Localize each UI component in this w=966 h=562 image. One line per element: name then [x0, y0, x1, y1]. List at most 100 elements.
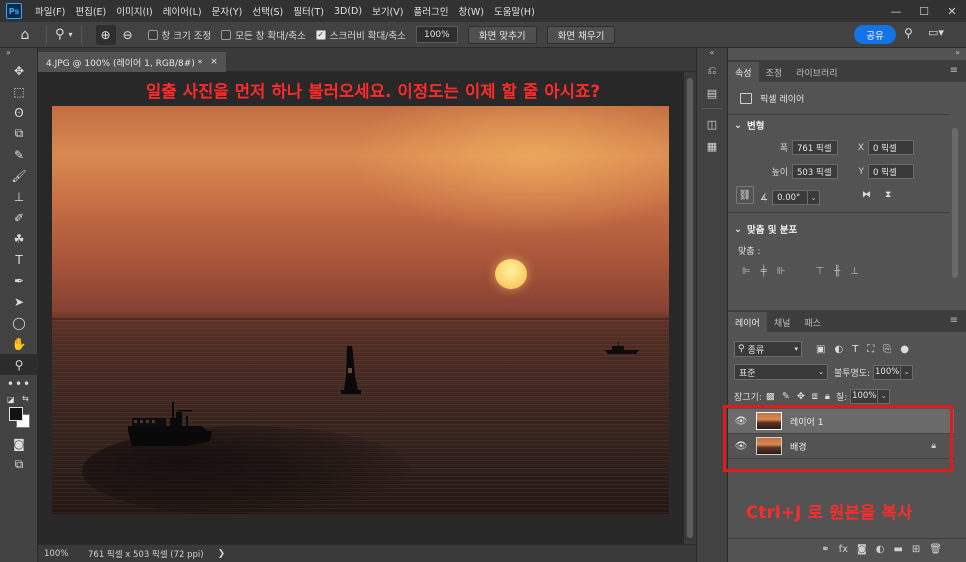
y-field[interactable]: 0 픽셀 [868, 164, 914, 179]
zoom-out-button[interactable]: ⊖ [118, 25, 138, 45]
pixel-filter-icon[interactable]: ▣ [816, 344, 825, 355]
object-select-tool-icon[interactable]: ⧉ [0, 123, 38, 144]
chevron-right-icon[interactable]: ❯ [218, 549, 226, 559]
sunrise-photo[interactable] [52, 106, 669, 514]
lasso-tool-icon[interactable]: ʘ [0, 102, 38, 123]
marquee-tool-icon[interactable]: ⬚ [0, 81, 38, 102]
stamp-tool-icon[interactable]: ⊥ [0, 186, 38, 207]
chevron-down-icon[interactable]: ⌄ [878, 388, 891, 404]
flip-vertical-icon[interactable]: ⧗ [885, 190, 891, 200]
minimize-button[interactable]: — [882, 0, 910, 22]
brush-tool-icon[interactable]: 🖌 [0, 165, 38, 186]
zoom-tool-icon[interactable]: ⚲ [0, 354, 38, 375]
menu-filter[interactable]: 필터(T) [288, 4, 329, 18]
fill-screen-button[interactable]: 화면 채우기 [546, 25, 616, 44]
flip-horizontal-icon[interactable]: ⧓ [862, 190, 871, 200]
chevron-down-icon[interactable]: ⌄ [808, 190, 821, 205]
home-icon[interactable]: ⌂ [12, 24, 38, 46]
lock-artboard-icon[interactable]: ⧈ [812, 391, 818, 402]
tab-channels[interactable]: 채널 [767, 312, 798, 332]
default-colors-icon[interactable]: ◪ [7, 395, 15, 404]
status-zoom[interactable]: 100% [38, 549, 74, 559]
maximize-button[interactable]: ☐ [910, 0, 938, 22]
close-icon[interactable]: × [210, 57, 218, 67]
type-filter-icon[interactable]: T [852, 344, 858, 355]
screen-mode-icon[interactable]: ⧉ [0, 454, 38, 475]
menu-3d[interactable]: 3D(D) [329, 6, 367, 17]
share-button[interactable]: 공유 [854, 25, 896, 44]
link-layers-icon[interactable]: ⚭ [821, 544, 829, 555]
menu-help[interactable]: 도움말(H) [489, 4, 540, 18]
align-center-h-icon[interactable]: ╪ [761, 266, 767, 277]
collapse-icon[interactable]: « [697, 48, 727, 60]
document-tab[interactable]: 4.JPG @ 100% (레이어 1, RGB/8#) * × [38, 52, 226, 72]
transform-section[interactable]: ⌄ 변형 [734, 118, 764, 133]
fill-field[interactable]: 100% [850, 388, 879, 404]
add-mask-icon[interactable]: ◙ [857, 544, 867, 555]
path-select-tool-icon[interactable]: ➤ [0, 291, 38, 312]
scrollbar-thumb[interactable] [952, 128, 958, 278]
ellipse-tool-icon[interactable]: ◯ [0, 312, 38, 333]
chevron-down-icon[interactable]: ⌄ [901, 364, 914, 380]
filter-toggle-icon[interactable]: ● [900, 344, 909, 355]
eyedropper-tool-icon[interactable]: ✎ [0, 144, 38, 165]
zoom-in-button[interactable]: ⊕ [95, 24, 116, 45]
kind-filter-select[interactable]: ⚲ 종류 ▾ [734, 341, 802, 357]
more-tools-icon[interactable]: ••• [0, 375, 38, 393]
menu-layer[interactable]: 레이어(L) [158, 4, 207, 18]
blend-mode-select[interactable]: 표준 ⌄ [734, 364, 828, 380]
fx-icon[interactable]: fx [839, 544, 848, 555]
move-tool-icon[interactable]: ✥ [0, 60, 38, 81]
align-left-icon[interactable]: ⊫ [742, 266, 751, 277]
scrubby-zoom-checkbox[interactable]: ✓ 스크러비 확대/축소 [315, 28, 406, 42]
workspace-icon[interactable]: ▭▾ [928, 26, 944, 39]
align-bottom-icon[interactable]: ⊥ [850, 266, 859, 277]
trash-icon[interactable]: 🗑︎ [929, 544, 942, 555]
pen-tool-icon[interactable]: ✒ [0, 270, 38, 291]
height-field[interactable]: 503 픽셀 [792, 164, 838, 179]
collapse-icon[interactable]: » [0, 48, 37, 60]
lock-position-icon[interactable]: ✥ [797, 391, 805, 402]
properties-scrollbar[interactable] [950, 126, 960, 278]
zoom-all-windows-checkbox[interactable]: 모든 창 확대/축소 [221, 28, 306, 42]
swap-colors-icon[interactable]: ⇆ [22, 394, 29, 403]
collapse-icon[interactable]: » [955, 48, 960, 57]
menu-image[interactable]: 이미지(I) [111, 4, 157, 18]
resize-window-checkbox[interactable]: 창 크기 조정 [147, 28, 211, 42]
lock-image-icon[interactable]: ✎ [782, 391, 790, 402]
foreground-color[interactable] [9, 407, 23, 421]
tab-libraries[interactable]: 라이브러리 [789, 62, 844, 82]
menu-window[interactable]: 창(W) [453, 4, 489, 18]
zoom-percent-field[interactable]: 100% [415, 26, 458, 43]
tab-adjustments[interactable]: 조정 [759, 62, 790, 82]
comments-icon[interactable]: ▤ [697, 82, 727, 104]
tab-paths[interactable]: 패스 [797, 312, 828, 332]
notes-icon[interactable]: ▦ [697, 135, 727, 157]
width-field[interactable]: 761 픽셀 [792, 140, 838, 155]
menu-view[interactable]: 보기(V) [367, 4, 408, 18]
link-icon[interactable]: ⛓ [736, 186, 754, 204]
menu-type[interactable]: 문자(Y) [207, 4, 248, 18]
vertical-scrollbar[interactable] [684, 72, 696, 544]
search-icon[interactable]: ⚲ [904, 26, 913, 40]
panel-menu-icon[interactable]: ≡ [950, 315, 958, 326]
angle-field[interactable]: 0.00° [772, 190, 809, 205]
bucket-tool-icon[interactable]: ☘ [0, 228, 38, 249]
shape-filter-icon[interactable]: ⛶ [867, 344, 874, 355]
type-tool-icon[interactable]: T [0, 249, 38, 270]
align-right-icon[interactable]: ⊪ [777, 266, 786, 277]
lock-all-icon[interactable]: 🔒︎ [825, 391, 830, 402]
align-center-v-icon[interactable]: ╫ [834, 266, 840, 277]
menu-plugins[interactable]: 플러그인 [408, 4, 453, 18]
quick-mask-icon[interactable]: ◙ [0, 433, 38, 454]
scrollbar-thumb[interactable] [687, 78, 693, 538]
menu-select[interactable]: 선택(S) [247, 4, 288, 18]
smart-object-filter-icon[interactable]: ⎘ [883, 344, 891, 355]
close-button[interactable]: ✕ [938, 0, 966, 22]
panel-menu-icon[interactable]: ≡ [950, 65, 958, 76]
new-group-icon[interactable]: ▬ [893, 544, 902, 555]
lock-transparency-icon[interactable]: ▩ [766, 391, 775, 402]
tab-layers[interactable]: 레이어 [728, 312, 767, 332]
hand-tool-icon[interactable]: ✋ [0, 333, 38, 354]
align-top-icon[interactable]: ⊤ [815, 266, 824, 277]
